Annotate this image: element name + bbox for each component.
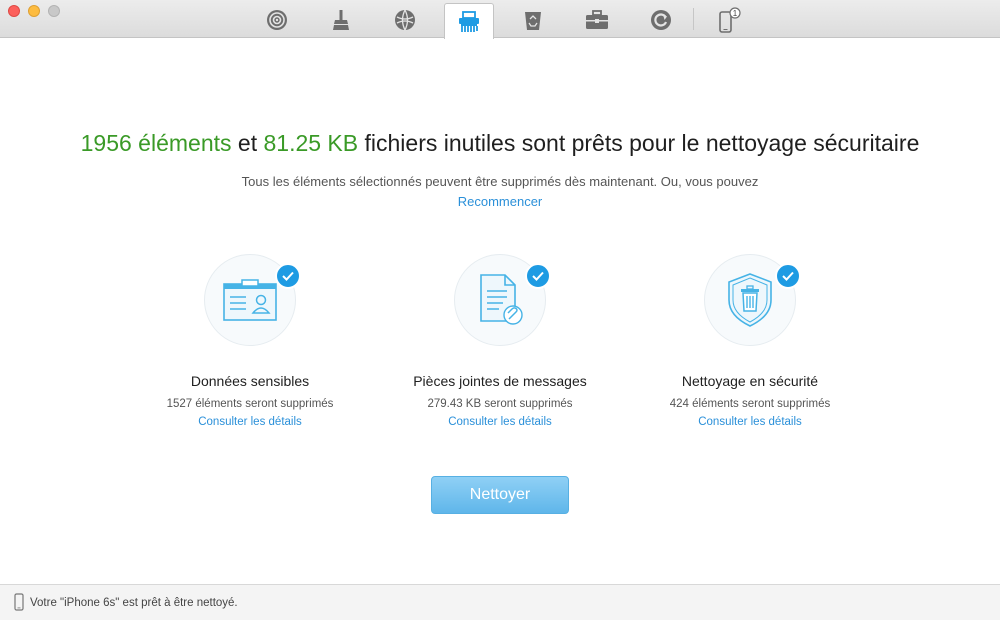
id-card-icon bbox=[223, 279, 277, 321]
toolbox-icon bbox=[586, 10, 608, 29]
shredder-icon bbox=[459, 10, 479, 32]
recycle-bin-icon bbox=[525, 12, 541, 30]
card-icon-circle bbox=[454, 254, 551, 346]
status-bar: Votre "iPhone 6s" est prêt à être nettoy… bbox=[0, 584, 1000, 620]
attachment-document-icon bbox=[480, 274, 523, 325]
airbackup-icon bbox=[267, 10, 287, 30]
toolbar-device-button[interactable]: 1 bbox=[702, 3, 752, 37]
internet-globe-icon bbox=[395, 9, 415, 31]
view-details-link[interactable]: Consulter les détails bbox=[390, 416, 610, 428]
toolbar-internet-button[interactable] bbox=[380, 3, 430, 37]
toolbar-cleaner-button[interactable] bbox=[316, 3, 366, 37]
card-message-attachments: Pièces jointes de messages 279.43 KB ser… bbox=[390, 254, 610, 428]
view-details-link[interactable]: Consulter les détails bbox=[640, 416, 860, 428]
toolbar-refresh-button[interactable] bbox=[636, 3, 686, 37]
toolbar-recycle-button[interactable] bbox=[508, 3, 558, 37]
selected-check-icon[interactable] bbox=[525, 263, 551, 289]
card-sensitive-data: Données sensibles 1527 éléments seront s… bbox=[140, 254, 360, 428]
clean-button[interactable]: Nettoyer bbox=[431, 476, 569, 514]
card-secure-cleaning: Nettoyage en sécurité 424 éléments seron… bbox=[640, 254, 860, 428]
card-title: Données sensibles bbox=[190, 373, 310, 389]
subtitle: Tous les éléments sélectionnés peuvent ê… bbox=[241, 174, 759, 189]
window-controls bbox=[8, 5, 60, 17]
refresh-icon bbox=[651, 10, 671, 30]
headline-conj: et bbox=[231, 130, 264, 156]
selected-check-icon[interactable] bbox=[775, 263, 801, 289]
status-text: Votre "iPhone 6s" est prêt à être nettoy… bbox=[30, 597, 238, 609]
toolbar-airbackup-button[interactable] bbox=[252, 3, 302, 37]
headline-rest: fichiers inutiles sont prêts pour le net… bbox=[358, 130, 920, 156]
device-badge: 1 bbox=[733, 9, 738, 18]
page-title: 1956 éléments et 81.25 KB fichiers inuti… bbox=[0, 130, 1000, 157]
item-count: 1956 éléments bbox=[80, 130, 232, 156]
toolbar-separator bbox=[693, 8, 694, 30]
card-description: 424 éléments seront supprimés bbox=[669, 398, 831, 410]
shield-trash-icon bbox=[728, 273, 772, 327]
card-icon-circle bbox=[704, 254, 801, 346]
phone-status-icon bbox=[14, 593, 24, 611]
junk-size: 81.25 KB bbox=[263, 130, 359, 156]
card-description: 279.43 KB seront supprimés bbox=[427, 398, 573, 410]
toolbar-shredder-button[interactable] bbox=[444, 3, 494, 39]
card-title: Nettoyage en sécurité bbox=[681, 373, 819, 389]
card-description: 1527 éléments seront supprimés bbox=[166, 398, 334, 410]
restart-link[interactable]: Recommencer bbox=[0, 194, 1000, 209]
close-window-button[interactable] bbox=[8, 5, 20, 17]
toolbar-toolbox-button[interactable] bbox=[572, 3, 622, 37]
view-details-link[interactable]: Consulter les détails bbox=[140, 416, 360, 428]
cleaner-broom-icon bbox=[333, 10, 349, 30]
zoom-window-button[interactable] bbox=[48, 5, 60, 17]
card-title: Pièces jointes de messages bbox=[413, 373, 587, 389]
toolbar: 1 bbox=[0, 0, 1000, 39]
iphone-icon: 1 bbox=[719, 7, 741, 33]
card-icon-circle bbox=[204, 254, 301, 346]
selected-check-icon[interactable] bbox=[275, 263, 301, 289]
minimize-window-button[interactable] bbox=[28, 5, 40, 17]
